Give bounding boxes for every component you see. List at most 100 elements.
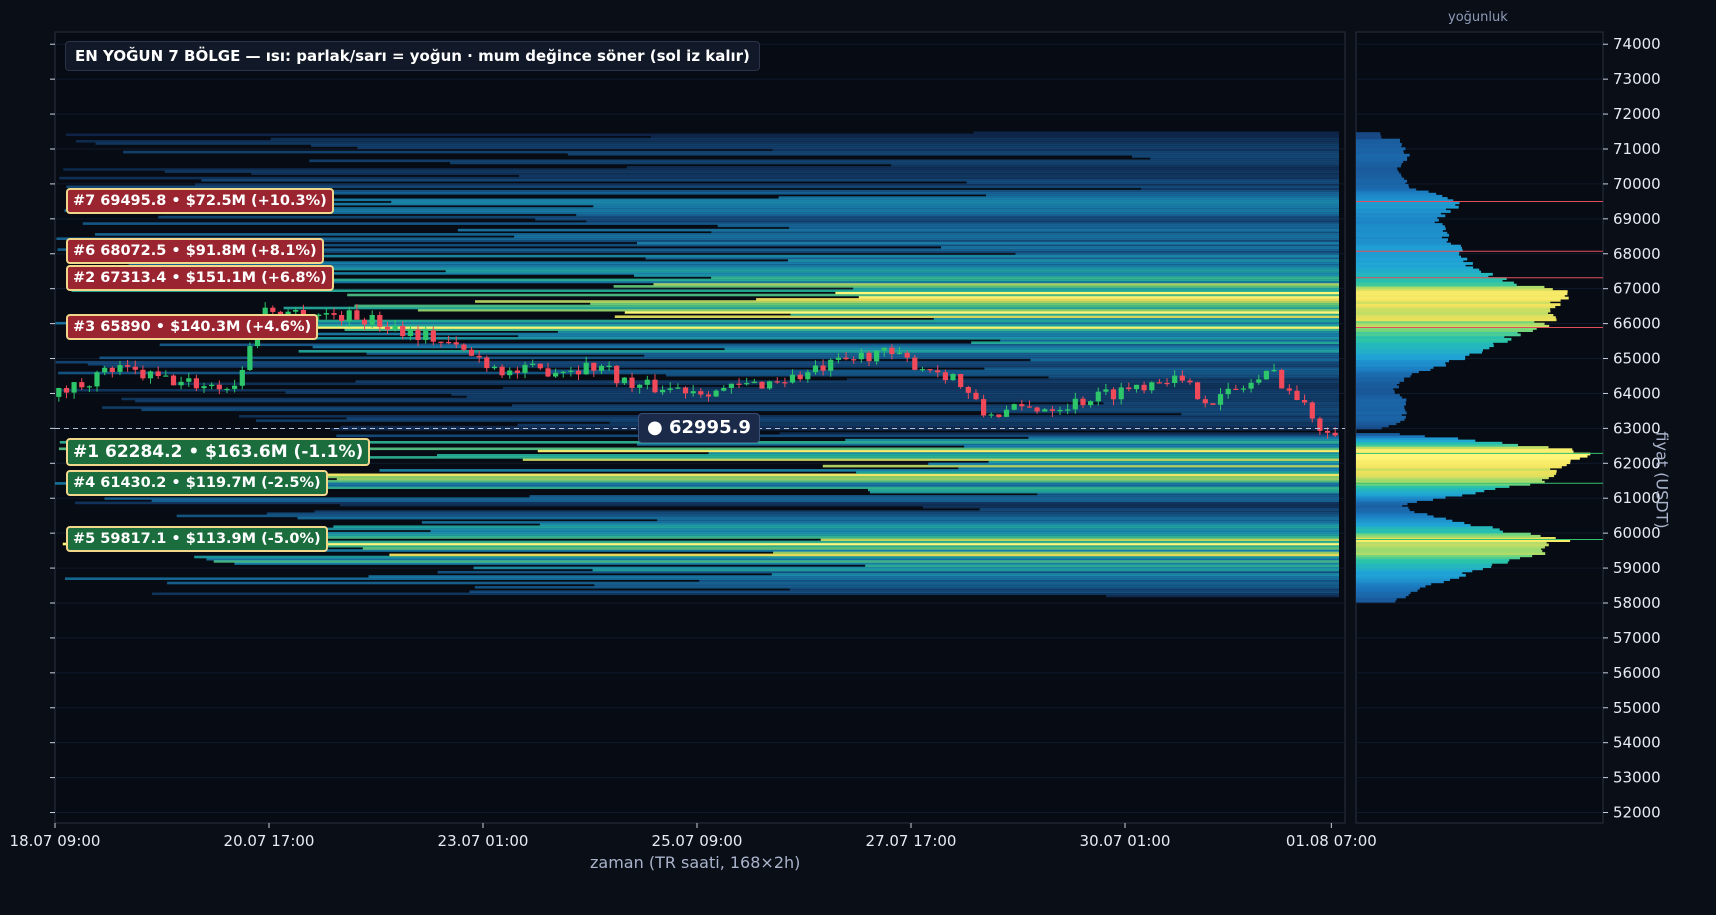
zone-label-4: #4 61430.2 • $119.7M (-2.5%)	[66, 470, 328, 496]
candle-body	[377, 315, 383, 327]
candle-body	[828, 359, 834, 371]
y-tick-label: 70000	[1613, 175, 1661, 193]
candle-body	[232, 385, 238, 389]
y-tick-label: 56000	[1613, 664, 1661, 682]
candle-body	[1187, 380, 1193, 383]
candle-body	[1172, 375, 1178, 383]
candle-body	[415, 329, 421, 340]
candle-body	[1225, 388, 1231, 395]
candle-body	[591, 362, 597, 371]
candle-body	[1011, 404, 1017, 410]
candle-body	[744, 383, 750, 385]
x-tick-label: 27.07 17:00	[866, 832, 957, 850]
zone-label-1: #1 62284.2 • $163.6M (-1.1%)	[66, 438, 371, 466]
candle-body	[163, 375, 169, 377]
candle-body	[1324, 430, 1331, 433]
candle-body	[407, 329, 413, 337]
candle-body	[1103, 389, 1109, 392]
candle-body	[606, 365, 612, 367]
candle-body	[209, 384, 215, 387]
heat-bar	[779, 432, 1339, 435]
candle-body	[239, 370, 245, 386]
candle-body	[86, 386, 92, 388]
candle-body	[935, 370, 941, 373]
candle-body	[1217, 394, 1224, 405]
density-panel-title: yoğunluk	[1448, 10, 1508, 25]
candle-body	[1233, 388, 1239, 390]
candle-body	[178, 381, 184, 386]
y-tick-label: 65000	[1613, 350, 1661, 368]
x-tick-label: 23.07 01:00	[438, 832, 529, 850]
candle-body	[820, 365, 826, 371]
candle-body	[461, 344, 467, 350]
candle-body	[1080, 398, 1086, 406]
candle-body	[507, 370, 513, 376]
candle-body	[919, 369, 926, 371]
x-tick-label: 30.07 01:00	[1080, 832, 1171, 850]
candle-body	[155, 371, 161, 376]
candle-body	[568, 370, 574, 372]
candle-body	[782, 382, 788, 384]
candle-body	[392, 325, 398, 330]
candle-body	[491, 366, 498, 369]
candle-body	[614, 365, 620, 384]
candle-body	[79, 382, 85, 388]
candle-body	[1202, 399, 1208, 404]
candle-body	[423, 330, 429, 340]
candle-body	[889, 347, 895, 354]
candle-body	[843, 357, 849, 360]
candle-body	[942, 372, 948, 381]
candle-body	[522, 364, 528, 373]
candle-body	[1332, 432, 1338, 436]
candle-body	[1126, 387, 1132, 390]
zone-label-6: #6 68072.5 • $91.8M (+8.1%)	[66, 238, 324, 264]
candle-body	[1195, 382, 1201, 400]
candle-body	[468, 349, 475, 356]
candle-body	[1019, 404, 1025, 407]
candle-body	[805, 372, 811, 380]
candle-body	[453, 342, 459, 345]
candle-body	[476, 355, 482, 358]
candle-body	[553, 372, 559, 377]
candle-body	[973, 392, 979, 400]
y-tick-label: 55000	[1613, 699, 1661, 717]
candle-body	[170, 375, 177, 386]
candle-body	[186, 378, 192, 382]
x-axis-label: zaman (TR saati, 168×2h)	[590, 853, 801, 872]
y-tick-label: 74000	[1613, 35, 1661, 53]
density-bar	[1356, 132, 1381, 135]
candle-body	[812, 365, 819, 373]
candle-body	[270, 307, 276, 312]
candle-body	[147, 371, 154, 379]
candle-body	[896, 352, 903, 354]
candle-body	[751, 381, 757, 384]
candle-body	[1110, 389, 1117, 400]
candle-body	[537, 363, 543, 369]
candle-body	[874, 350, 880, 362]
candle-body	[705, 394, 712, 397]
current-price-badge: ● 62995.9	[638, 413, 760, 443]
candle-body	[575, 370, 582, 375]
y-tick-label: 59000	[1613, 559, 1661, 577]
candle-body	[216, 384, 222, 390]
candle-body	[1286, 388, 1292, 391]
candle-body	[560, 371, 566, 373]
candle-body	[1034, 407, 1040, 412]
candle-body	[1294, 390, 1300, 400]
candle-body	[713, 390, 719, 397]
candle-body	[1302, 400, 1308, 403]
candle-body	[1088, 401, 1094, 406]
candle-body	[331, 313, 337, 315]
candle-body	[339, 315, 345, 321]
candle-body	[94, 372, 100, 387]
candle-body	[438, 341, 444, 343]
density-bar	[1356, 433, 1400, 436]
candle-body	[996, 414, 1002, 417]
zone-label-3: #3 65890 • $140.3M (+4.6%)	[66, 314, 319, 340]
candle-body	[346, 310, 352, 321]
candle-body	[1141, 384, 1147, 391]
candle-body	[1309, 402, 1315, 419]
candle-body	[1317, 418, 1323, 431]
candle-body	[965, 387, 971, 393]
candle-body	[621, 377, 627, 384]
